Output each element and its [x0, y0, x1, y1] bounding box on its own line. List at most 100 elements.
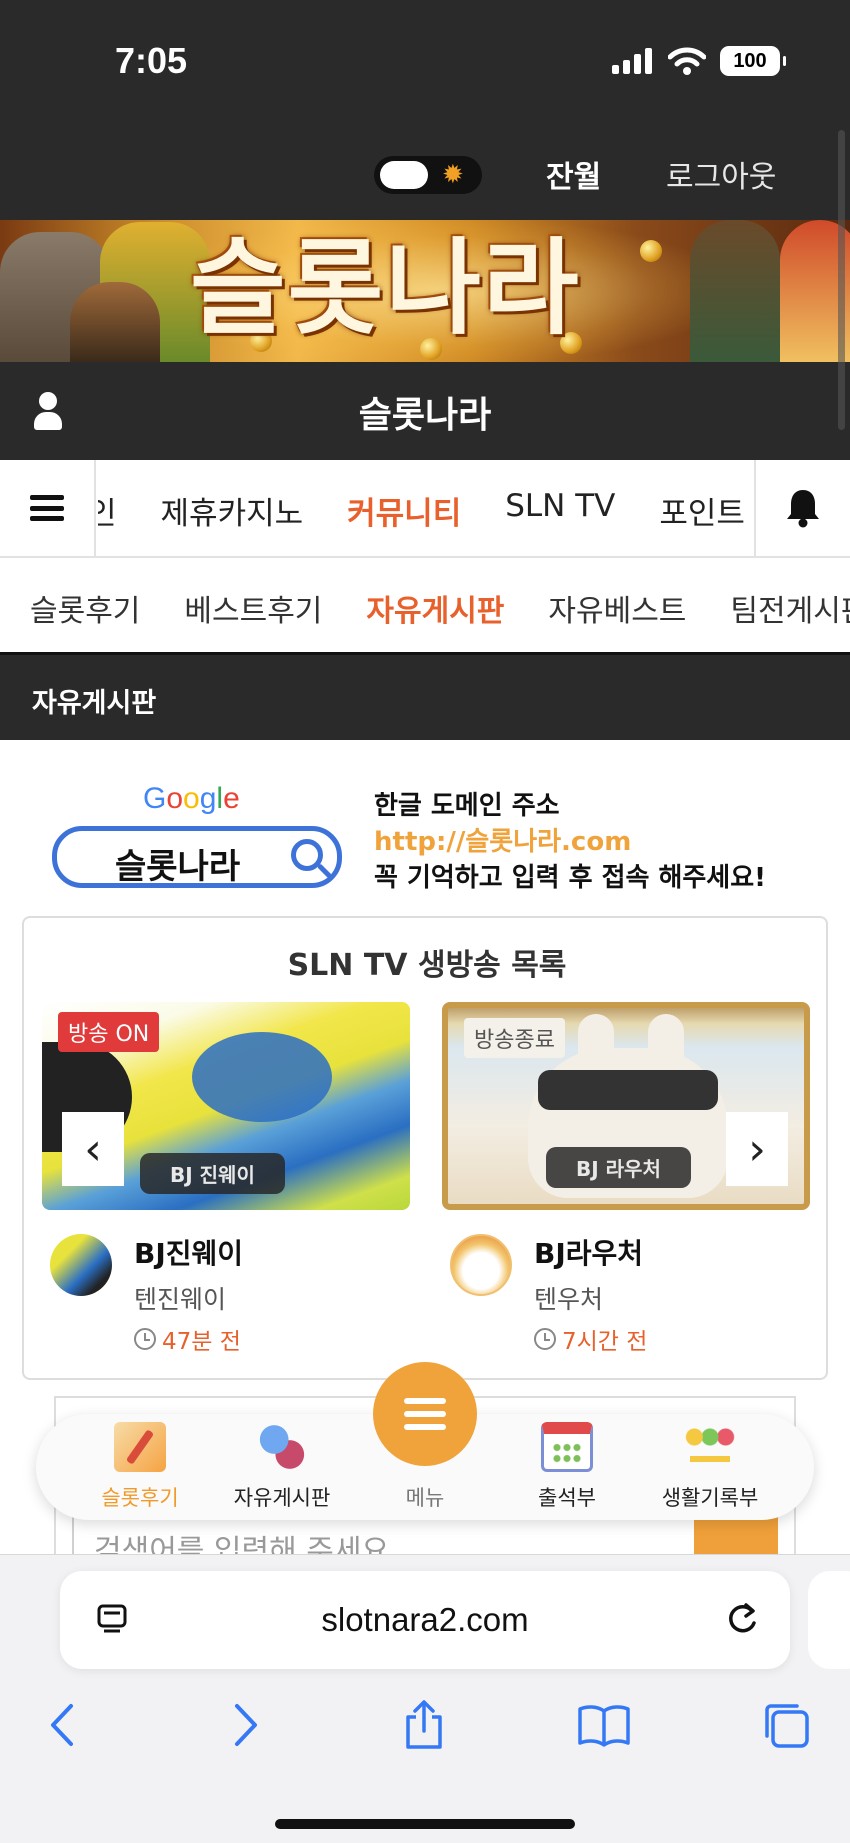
chevron-left-icon [51, 1704, 73, 1746]
bottom-menu-life-record[interactable]: 생활기록부 [640, 1414, 780, 1520]
top-header: 7:05 100 ✹ 잔월 로그아웃 [0, 0, 850, 220]
carousel-prev-button[interactable]: ‹ [62, 1112, 124, 1186]
notice-line-1: 한글 도메인 주소 [374, 791, 560, 821]
notification-button[interactable] [754, 460, 850, 556]
banner-dog [70, 282, 160, 362]
chevron-right-icon [235, 1704, 257, 1746]
chevron-left-icon: ‹ [84, 1123, 102, 1175]
site-bar: 슬롯나라 [0, 362, 850, 460]
domain-notice-text: 한글 도메인 주소 http://슬롯나라.com 꼭 기억하고 입력 후 접속… [374, 788, 766, 896]
bottom-menu-label: 출석부 [538, 1486, 596, 1510]
hamburger-icon [30, 495, 64, 521]
stream-time-text: 7시간 전 [562, 1329, 648, 1355]
streamer-info[interactable]: BJ진웨이 텐진웨이 47분 전 [42, 1228, 410, 1358]
status-icons: 100 [612, 46, 786, 76]
streamer-channel: 텐진웨이 [134, 1285, 227, 1314]
nav-item-community[interactable]: 커뮤니티 [347, 488, 461, 533]
thumb-art [192, 1032, 332, 1122]
clock-icon [134, 1328, 156, 1350]
carousel-next-button[interactable]: › [726, 1112, 788, 1186]
share-button[interactable] [394, 1695, 454, 1755]
bottom-menu-center-button[interactable] [373, 1362, 477, 1466]
next-tab-peek[interactable] [808, 1571, 850, 1669]
main-nav: 인 제휴카지노 커뮤니티 SLN TV 포인트 [0, 460, 850, 558]
avatar [450, 1234, 512, 1296]
google-logo: Google [143, 782, 240, 815]
forward-button[interactable] [216, 1695, 276, 1755]
balance-link[interactable]: 잔월 [546, 152, 601, 196]
live-stream-card: SLN TV 생방송 목록 방송 ON BJ 진웨이 BJ진웨이 텐진웨이 47… [22, 916, 828, 1380]
notice-url: http://슬롯나라.com [374, 827, 632, 857]
search-icon [291, 839, 323, 871]
menu-button[interactable] [0, 460, 96, 556]
streamer-name[interactable]: BJ진웨이 [134, 1232, 243, 1272]
browser-toolbar: slotnara2.com [0, 1554, 850, 1843]
chevron-right-icon: › [748, 1123, 766, 1175]
scrollbar[interactable] [838, 130, 845, 430]
banner-title: 슬롯나라 [190, 227, 581, 349]
toggle-knob [380, 161, 428, 189]
live-list-title: SLN TV 생방송 목록 [287, 948, 567, 983]
streamer-name[interactable]: BJ라우처 [534, 1232, 643, 1272]
share-icon [406, 1700, 442, 1749]
nav-item-partner-casino[interactable]: 제휴카지노 [161, 488, 304, 533]
bottom-menu-label: 메뉴 [405, 1486, 445, 1510]
notice-line-3: 꼭 기억하고 입력 후 접속 해주세요! [374, 863, 766, 893]
nav-item-login[interactable]: 인 [98, 488, 117, 533]
sub-item-best-review[interactable]: 베스트후기 [184, 586, 322, 630]
thumb-label: BJ 진웨이 [140, 1153, 285, 1194]
stream-time-text: 47분 전 [162, 1329, 241, 1355]
page: 7:05 100 ✹ 잔월 로그아웃 슬롯나라 슬롯나라 인 제휴카지노 커뮤니… [0, 0, 850, 1843]
sub-nav: 슬롯후기 베스트후기 자유게시판 자유베스트 팀전게시판 [0, 560, 850, 652]
nav-item-point[interactable]: 포인트 [659, 488, 745, 533]
nav-item-sln-tv[interactable]: SLN TV [505, 488, 615, 533]
stream-time: 47분 전 [134, 1322, 241, 1356]
bottom-menu-slot-review[interactable]: 슬롯후기 [70, 1414, 210, 1520]
signal-icon [612, 48, 652, 74]
wifi-icon [668, 47, 706, 75]
bottom-menu-attendance[interactable]: 출석부 [497, 1414, 637, 1520]
avatar [50, 1234, 112, 1296]
sub-item-slot-review[interactable]: 슬롯후기 [30, 586, 140, 630]
battery-level: 100 [733, 49, 767, 72]
book-icon [578, 1705, 630, 1747]
tabs-button[interactable] [756, 1695, 816, 1755]
domain-search-text: 슬롯나라 [115, 847, 241, 887]
bottom-menu-label: 슬롯후기 [101, 1486, 179, 1510]
calendar-icon [541, 1422, 593, 1472]
bottom-menu-label: 생활기록부 [661, 1486, 759, 1510]
bell-icon [787, 490, 819, 528]
menu-icon [404, 1398, 446, 1430]
logout-link[interactable]: 로그아웃 [666, 152, 776, 196]
tabs-icon [765, 1704, 809, 1748]
streamer-info[interactable]: BJ라우처 텐우처 7시간 전 [442, 1228, 810, 1358]
pencil-note-icon [114, 1422, 166, 1472]
bottom-menu-free-board[interactable]: 자유게시판 [212, 1414, 352, 1520]
domain-notice-banner[interactable]: Google 슬롯나라 한글 도메인 주소 http://슬롯나라.com 꼭 … [0, 770, 850, 900]
site-title[interactable]: 슬롯나라 [0, 386, 850, 438]
coin [640, 240, 662, 262]
battery-icon: 100 [720, 46, 786, 76]
bottom-menu-label: 자유게시판 [233, 1486, 331, 1510]
status-time: 7:05 [115, 40, 188, 81]
emoji-faces-icon [684, 1422, 736, 1472]
thumb-art [538, 1070, 718, 1110]
sub-item-free-best[interactable]: 자유베스트 [548, 586, 686, 630]
bookmarks-button[interactable] [574, 1695, 634, 1755]
board-title: 자유게시판 [32, 688, 157, 719]
live-off-badge: 방송종료 [464, 1018, 565, 1058]
theme-toggle[interactable]: ✹ [374, 156, 482, 194]
main-nav-scroll[interactable]: 인 제휴카지노 커뮤니티 SLN TV 포인트 [98, 460, 752, 556]
streamer-channel: 텐우처 [534, 1285, 604, 1314]
address-bar[interactable]: slotnara2.com [60, 1571, 790, 1669]
floating-bottom-menu: 슬롯후기 자유게시판 메뉴 출석부 생활기록부 [36, 1362, 814, 1520]
banner-adventurer [690, 220, 780, 362]
sub-item-free-board[interactable]: 자유게시판 [366, 586, 504, 630]
clock-icon [534, 1328, 556, 1350]
sub-item-team-board[interactable]: 팀전게시판 [730, 586, 850, 630]
home-indicator [275, 1819, 575, 1829]
back-button[interactable] [32, 1695, 92, 1755]
url-text[interactable]: slotnara2.com [60, 1601, 790, 1639]
banner[interactable]: 슬롯나라 [0, 220, 850, 362]
reload-icon[interactable] [722, 1599, 762, 1639]
